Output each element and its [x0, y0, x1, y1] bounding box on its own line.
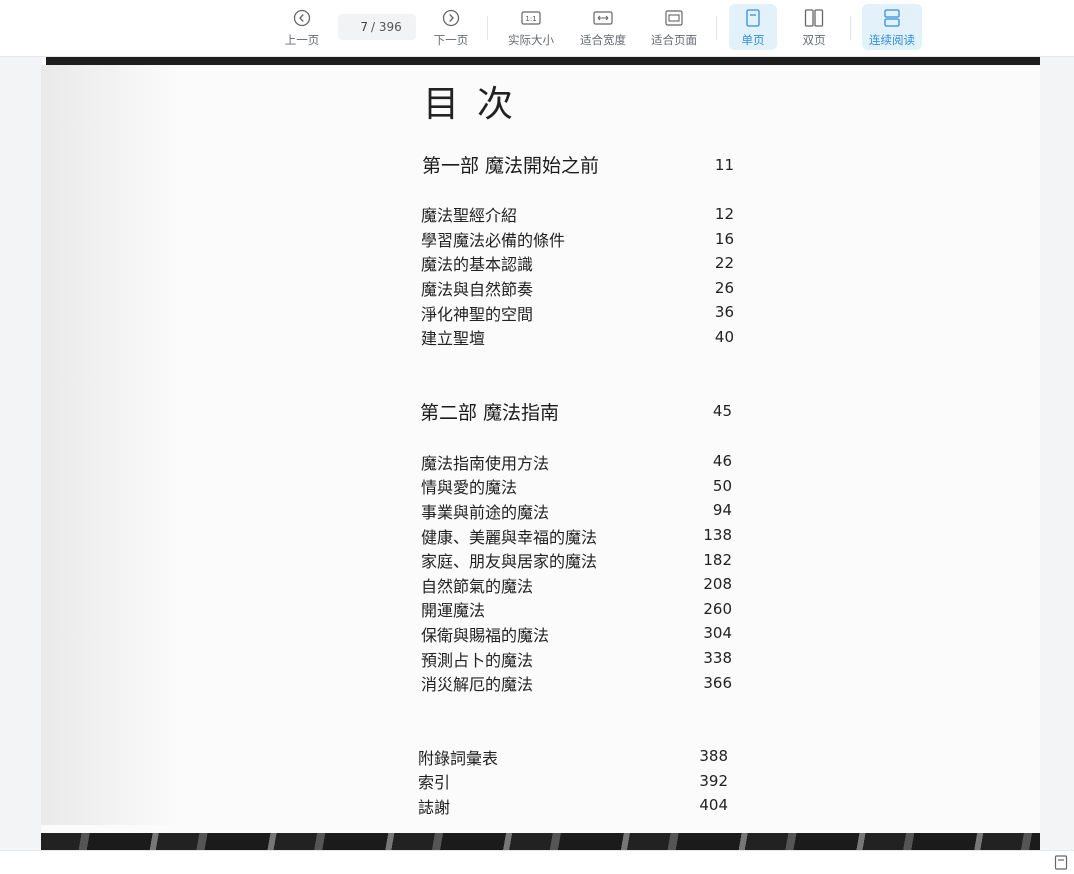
continuous-reading-icon: [881, 7, 903, 29]
toc-entry: 魔法指南使用方法: [421, 454, 550, 473]
toc-entry-page: 404: [699, 796, 728, 814]
continuous-reading-label: 连续阅读: [869, 32, 915, 47]
toc-entry: 消災解厄的魔法: [421, 675, 534, 694]
page-view-icon[interactable]: [1054, 855, 1068, 870]
toc-entry: 情與愛的魔法: [421, 478, 518, 497]
toc-entry-page: 304: [703, 624, 732, 642]
section-page: 45: [712, 402, 732, 420]
toc-entry-page: 208: [703, 575, 732, 593]
toc-entry-page: 26: [714, 279, 734, 297]
toc-entry-page: 260: [703, 600, 732, 618]
toc-entry: 索引: [418, 773, 451, 792]
fit-width-icon: [592, 7, 614, 29]
fit-width-label: 适合宽度: [580, 32, 626, 47]
next-page-button[interactable]: 下一页: [427, 4, 475, 50]
toc-entry-page: 12: [714, 205, 734, 223]
toc-entry-page: 46: [712, 452, 732, 470]
toc-entry: 保衛與賜福的魔法: [421, 626, 550, 645]
toc-entry-page: 40: [714, 328, 734, 346]
toolbar-divider: [716, 16, 717, 40]
toolbar-divider: [487, 16, 488, 40]
scan-left-shadow: [41, 65, 181, 825]
toolbar-divider: [850, 16, 851, 40]
toc-entry: 魔法的基本認識: [421, 255, 534, 274]
toc-entry: 家庭、朋友與居家的魔法: [421, 552, 598, 571]
fit-page-label: 适合页面: [651, 32, 697, 47]
toc-entry: 魔法聖經介紹: [421, 206, 518, 225]
status-bar: [0, 850, 1074, 874]
double-page-icon: [803, 7, 825, 29]
toc-entry-page: 366: [703, 674, 732, 692]
page-number-box: / 396: [338, 14, 416, 40]
toc-entry-page: 22: [714, 254, 734, 272]
toc-entry: 事業與前途的魔法: [421, 503, 550, 522]
single-page-icon: [742, 7, 764, 29]
toc-entry: 附錄詞彙表: [418, 749, 499, 768]
prev-page-label: 上一页: [284, 32, 320, 47]
toc-entry: 預測占卜的魔法: [421, 651, 534, 670]
toc-entry: 學習魔法必備的條件: [421, 231, 566, 250]
single-page-label: 单页: [741, 32, 765, 47]
continuous-reading-button[interactable]: 连续阅读: [862, 4, 922, 50]
toc-entry: 淨化神聖的空間: [421, 305, 534, 324]
toc-entry-page: 36: [714, 303, 734, 321]
viewer-toolbar: 上一页 / 396 下一页 1:1 实际大小 适合宽度 适合页面 单页: [0, 0, 1074, 57]
total-pages: / 396: [371, 20, 402, 34]
section-page: 11: [714, 156, 734, 174]
double-page-label: 双页: [802, 32, 826, 47]
toc-entry: 魔法與自然節奏: [421, 280, 534, 299]
toc-entry-page: 16: [714, 230, 734, 248]
fit-width-button[interactable]: 适合宽度: [574, 4, 632, 50]
toc-title: 目次: [423, 84, 532, 125]
toc-entry: 建立聖壇: [421, 329, 486, 348]
chevron-right-circle-icon: [440, 7, 462, 29]
single-page-button[interactable]: 单页: [729, 4, 777, 50]
toc-entry-page: 50: [712, 477, 732, 495]
toc-entry-page: 182: [703, 551, 732, 569]
chevron-left-circle-icon: [291, 7, 313, 29]
toc-entry-page: 338: [703, 649, 732, 667]
actual-size-label: 实际大小: [508, 32, 554, 47]
toc-entry-page: 138: [703, 526, 732, 544]
actual-size-icon-text: 1:1: [525, 15, 536, 23]
toc-entry-page: 392: [699, 772, 728, 790]
current-page-input[interactable]: [338, 20, 371, 34]
section-heading: 第二部 魔法指南: [420, 402, 560, 424]
toc-entry: 誌謝: [418, 798, 451, 817]
next-page-label: 下一页: [433, 32, 469, 47]
toc-entry: 健康、美麗與幸福的魔法: [421, 528, 598, 547]
double-page-button[interactable]: 双页: [790, 4, 838, 50]
scan-top-edge: [46, 57, 1040, 65]
toc-entry: 開運魔法: [421, 601, 486, 620]
scan-bottom-edge: [41, 833, 1040, 850]
fit-page-button[interactable]: 适合页面: [645, 4, 703, 50]
toc-entry: 自然節氣的魔法: [421, 577, 534, 596]
toc-entry-page: 94: [712, 501, 732, 519]
fit-page-icon: [663, 7, 685, 29]
actual-size-icon: 1:1: [520, 7, 542, 29]
toc-entry-page: 388: [699, 747, 728, 765]
actual-size-button[interactable]: 1:1 实际大小: [502, 4, 560, 50]
document-page: 目次 第一部 魔法開始之前 11 魔法聖經介紹 12 學習魔法必備的條件 16 …: [41, 57, 1040, 850]
prev-page-button[interactable]: 上一页: [278, 4, 326, 50]
section-heading: 第一部 魔法開始之前: [422, 155, 600, 177]
